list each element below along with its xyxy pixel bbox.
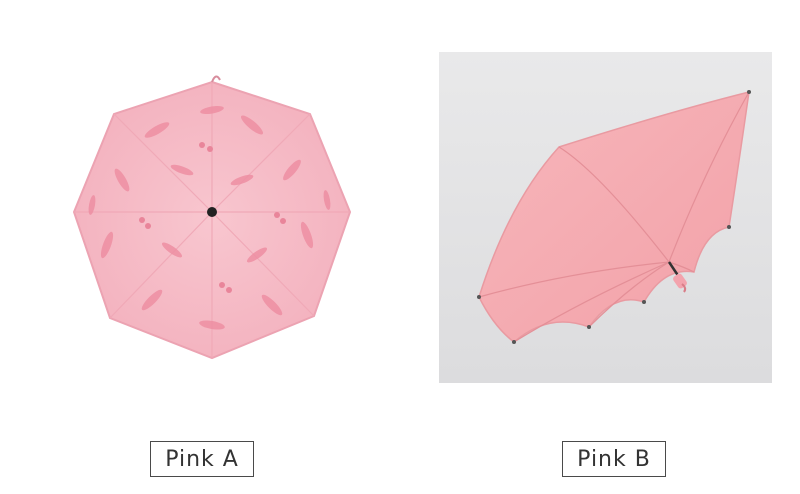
label-pink-a[interactable]: Pink A bbox=[150, 441, 254, 477]
label-pink-b[interactable]: Pink B bbox=[562, 441, 666, 477]
umbrella-pink-b-image bbox=[439, 52, 772, 383]
umbrella-pink-a-image bbox=[72, 75, 352, 360]
